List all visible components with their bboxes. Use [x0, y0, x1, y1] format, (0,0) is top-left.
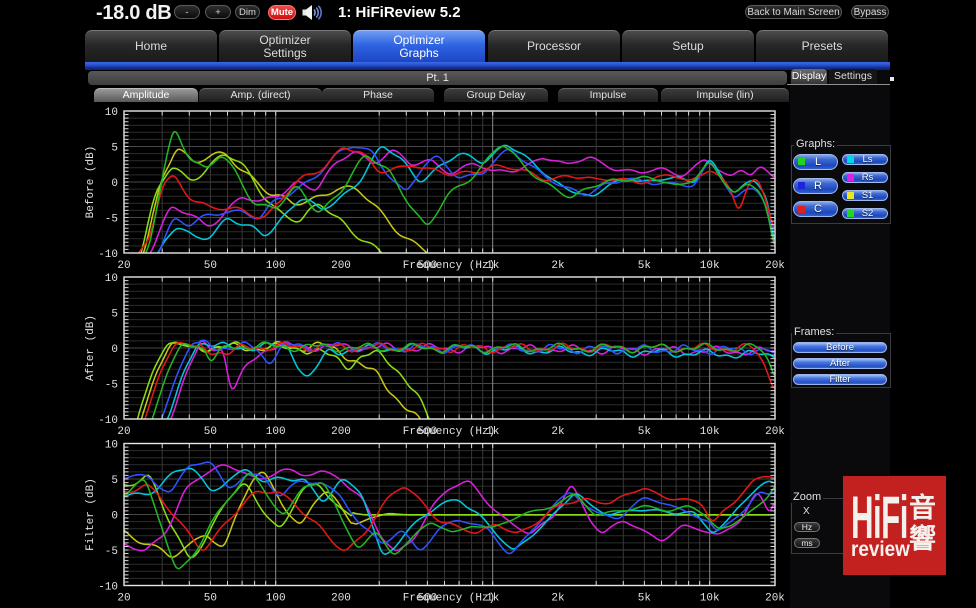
svg-text:0: 0	[111, 178, 118, 190]
svg-text:100: 100	[266, 426, 286, 438]
svg-text:50: 50	[204, 260, 217, 272]
svg-text:20k: 20k	[765, 426, 785, 438]
svg-text:Frequency (Hz): Frequency (Hz)	[403, 593, 495, 605]
svg-text:100: 100	[266, 593, 286, 605]
svg-text:-5: -5	[105, 213, 118, 225]
svg-text:20: 20	[117, 260, 130, 272]
svg-text:200: 200	[331, 260, 351, 272]
svg-text:5k: 5k	[638, 260, 652, 272]
svg-text:200: 200	[331, 593, 351, 605]
svg-text:5: 5	[111, 308, 118, 320]
svg-text:2k: 2k	[551, 593, 565, 605]
svg-text:Frequency (Hz): Frequency (Hz)	[403, 260, 495, 272]
svg-text:5: 5	[111, 142, 118, 154]
svg-text:2k: 2k	[551, 426, 565, 438]
svg-text:100: 100	[266, 260, 286, 272]
svg-text:2k: 2k	[551, 260, 565, 272]
svg-text:50: 50	[204, 426, 217, 438]
svg-text:200: 200	[331, 426, 351, 438]
svg-text:50: 50	[204, 593, 217, 605]
svg-text:10: 10	[105, 439, 118, 451]
svg-text:10: 10	[105, 107, 118, 119]
svg-text:Filter (dB): Filter (dB)	[85, 478, 97, 551]
svg-text:Before (dB): Before (dB)	[85, 146, 97, 219]
svg-text:5k: 5k	[638, 426, 652, 438]
svg-text:10: 10	[105, 273, 118, 285]
svg-text:-5: -5	[105, 546, 118, 558]
svg-text:-10: -10	[98, 249, 118, 261]
svg-text:Frequency (Hz): Frequency (Hz)	[403, 426, 495, 438]
svg-text:20: 20	[117, 593, 130, 605]
svg-text:10k: 10k	[700, 426, 720, 438]
svg-text:-5: -5	[105, 379, 118, 391]
svg-text:5k: 5k	[638, 593, 652, 605]
svg-text:5: 5	[111, 475, 118, 487]
svg-text:-10: -10	[98, 415, 118, 427]
svg-text:20k: 20k	[765, 260, 785, 272]
svg-text:-10: -10	[98, 581, 118, 593]
svg-text:10k: 10k	[700, 593, 720, 605]
svg-text:0: 0	[111, 344, 118, 356]
svg-text:20k: 20k	[765, 593, 785, 605]
svg-text:20: 20	[117, 426, 130, 438]
svg-text:After (dB): After (dB)	[85, 315, 97, 381]
svg-text:0: 0	[111, 510, 118, 522]
svg-text:10k: 10k	[700, 260, 720, 272]
